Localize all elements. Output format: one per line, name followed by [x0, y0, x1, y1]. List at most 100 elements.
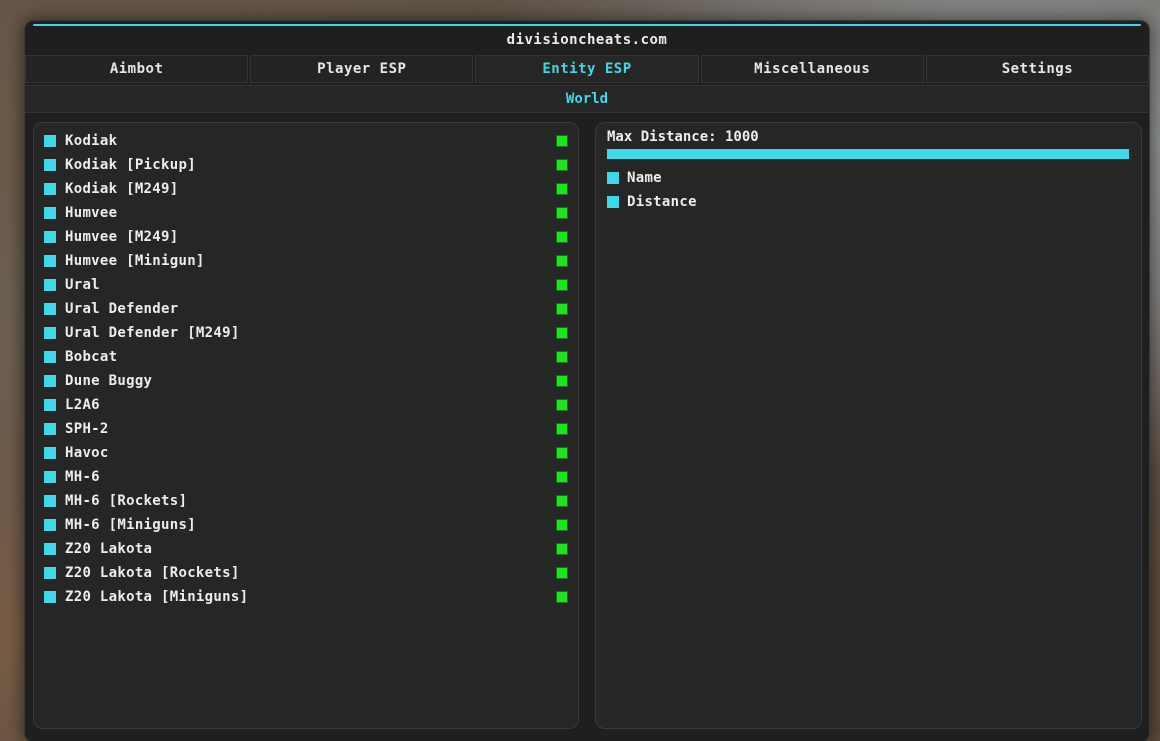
entity-checkbox[interactable] — [44, 279, 56, 291]
entity-row[interactable]: Z20 Lakota [Miniguns] — [34, 585, 578, 609]
entity-checkbox[interactable] — [44, 303, 56, 315]
option-name[interactable]: Name — [607, 170, 662, 186]
entity-row[interactable]: MH-6 [Miniguns] — [34, 513, 578, 537]
entity-label: Ural Defender [M249] — [65, 325, 240, 341]
color-picker-swatch[interactable] — [556, 279, 568, 291]
entity-label: Kodiak [M249] — [65, 181, 179, 197]
entity-row[interactable]: SPH-2 — [34, 417, 578, 441]
entity-label: Kodiak — [65, 133, 118, 149]
entity-label: Kodiak [Pickup] — [65, 157, 196, 173]
entity-checkbox[interactable] — [44, 567, 56, 579]
tab-entity-esp[interactable]: Entity ESP — [475, 55, 699, 83]
max-distance-slider[interactable] — [607, 149, 1129, 159]
color-picker-swatch[interactable] — [556, 207, 568, 219]
entity-checkbox[interactable] — [44, 591, 56, 603]
color-picker-swatch[interactable] — [556, 135, 568, 147]
color-picker-swatch[interactable] — [556, 543, 568, 555]
entity-label: Humvee [Minigun] — [65, 253, 205, 269]
entity-row[interactable]: Bobcat — [34, 345, 578, 369]
entity-row[interactable]: L2A6 — [34, 393, 578, 417]
entity-checkbox[interactable] — [44, 327, 56, 339]
entity-label: SPH-2 — [65, 421, 109, 437]
entity-label: Bobcat — [65, 349, 118, 365]
entity-row[interactable]: Humvee [M249] — [34, 225, 578, 249]
entity-row[interactable]: Kodiak — [34, 129, 578, 153]
entity-row[interactable]: Z20 Lakota — [34, 537, 578, 561]
entity-row[interactable]: Humvee — [34, 201, 578, 225]
entity-row[interactable]: Humvee [Minigun] — [34, 249, 578, 273]
entity-label: Z20 Lakota — [65, 541, 153, 557]
color-picker-swatch[interactable] — [556, 255, 568, 267]
entity-row[interactable]: Ural Defender [M249] — [34, 321, 578, 345]
option-name-label: Name — [627, 170, 662, 186]
entity-row[interactable]: Dune Buggy — [34, 369, 578, 393]
entity-checkbox[interactable] — [44, 399, 56, 411]
distance-checkbox[interactable] — [607, 196, 619, 208]
entity-checkbox[interactable] — [44, 207, 56, 219]
option-distance[interactable]: Distance — [607, 194, 697, 210]
color-picker-swatch[interactable] — [556, 351, 568, 363]
entity-row[interactable]: Ural — [34, 273, 578, 297]
entity-label: Z20 Lakota [Miniguns] — [65, 589, 249, 605]
color-picker-swatch[interactable] — [556, 375, 568, 387]
entity-label: Humvee — [65, 205, 118, 221]
entity-checkbox[interactable] — [44, 183, 56, 195]
entity-checkbox[interactable] — [44, 543, 56, 555]
entity-checkbox[interactable] — [44, 495, 56, 507]
tab-bar: Aimbot Player ESP Entity ESP Miscellaneo… — [25, 55, 1149, 83]
entity-checkbox[interactable] — [44, 519, 56, 531]
entity-row[interactable]: Ural Defender — [34, 297, 578, 321]
entity-checkbox[interactable] — [44, 471, 56, 483]
entity-label: Havoc — [65, 445, 109, 461]
entity-checkbox[interactable] — [44, 447, 56, 459]
accent-line — [33, 24, 1141, 26]
name-checkbox[interactable] — [607, 172, 619, 184]
color-picker-swatch[interactable] — [556, 567, 568, 579]
entity-row[interactable]: MH-6 — [34, 465, 578, 489]
tab-aimbot[interactable]: Aimbot — [25, 55, 249, 83]
entity-label: Humvee [M249] — [65, 229, 179, 245]
max-distance-label: Max Distance: 1000 — [607, 129, 759, 145]
entity-list: Kodiak Kodiak [Pickup] Kodiak [M249] Humvee… — [34, 123, 578, 609]
entity-label: Z20 Lakota [Rockets] — [65, 565, 240, 581]
entity-row[interactable]: Z20 Lakota [Rockets] — [34, 561, 578, 585]
entity-settings-panel: Max Distance: 1000 Name Distance — [595, 122, 1142, 729]
entity-list-panel: Kodiak Kodiak [Pickup] Kodiak [M249] Humvee… — [33, 122, 579, 729]
entity-row[interactable]: MH-6 [Rockets] — [34, 489, 578, 513]
cheat-menu-window: divisioncheats.com Aimbot Player ESP Ent… — [24, 20, 1150, 741]
entity-row[interactable]: Havoc — [34, 441, 578, 465]
entity-checkbox[interactable] — [44, 159, 56, 171]
color-picker-swatch[interactable] — [556, 519, 568, 531]
color-picker-swatch[interactable] — [556, 327, 568, 339]
entity-label: MH-6 [Rockets] — [65, 493, 188, 509]
entity-label: L2A6 — [65, 397, 100, 413]
color-picker-swatch[interactable] — [556, 303, 568, 315]
entity-checkbox[interactable] — [44, 135, 56, 147]
entity-label: Dune Buggy — [65, 373, 153, 389]
tab-miscellaneous[interactable]: Miscellaneous — [700, 55, 924, 83]
entity-checkbox[interactable] — [44, 375, 56, 387]
entity-checkbox[interactable] — [44, 231, 56, 243]
entity-checkbox[interactable] — [44, 255, 56, 267]
section-header: World — [25, 85, 1149, 113]
color-picker-swatch[interactable] — [556, 399, 568, 411]
color-picker-swatch[interactable] — [556, 471, 568, 483]
window-title: divisioncheats.com — [506, 32, 668, 48]
color-picker-swatch[interactable] — [556, 231, 568, 243]
entity-checkbox[interactable] — [44, 351, 56, 363]
tab-player-esp[interactable]: Player ESP — [250, 55, 474, 83]
entity-row[interactable]: Kodiak [Pickup] — [34, 153, 578, 177]
color-picker-swatch[interactable] — [556, 591, 568, 603]
entity-label: MH-6 — [65, 469, 100, 485]
color-picker-swatch[interactable] — [556, 183, 568, 195]
color-picker-swatch[interactable] — [556, 495, 568, 507]
color-picker-swatch[interactable] — [556, 423, 568, 435]
entity-label: Ural Defender — [65, 301, 179, 317]
entity-checkbox[interactable] — [44, 423, 56, 435]
max-distance-slider-fill — [607, 149, 1129, 159]
tab-settings[interactable]: Settings — [925, 55, 1149, 83]
option-distance-label: Distance — [627, 194, 697, 210]
color-picker-swatch[interactable] — [556, 159, 568, 171]
color-picker-swatch[interactable] — [556, 447, 568, 459]
entity-row[interactable]: Kodiak [M249] — [34, 177, 578, 201]
